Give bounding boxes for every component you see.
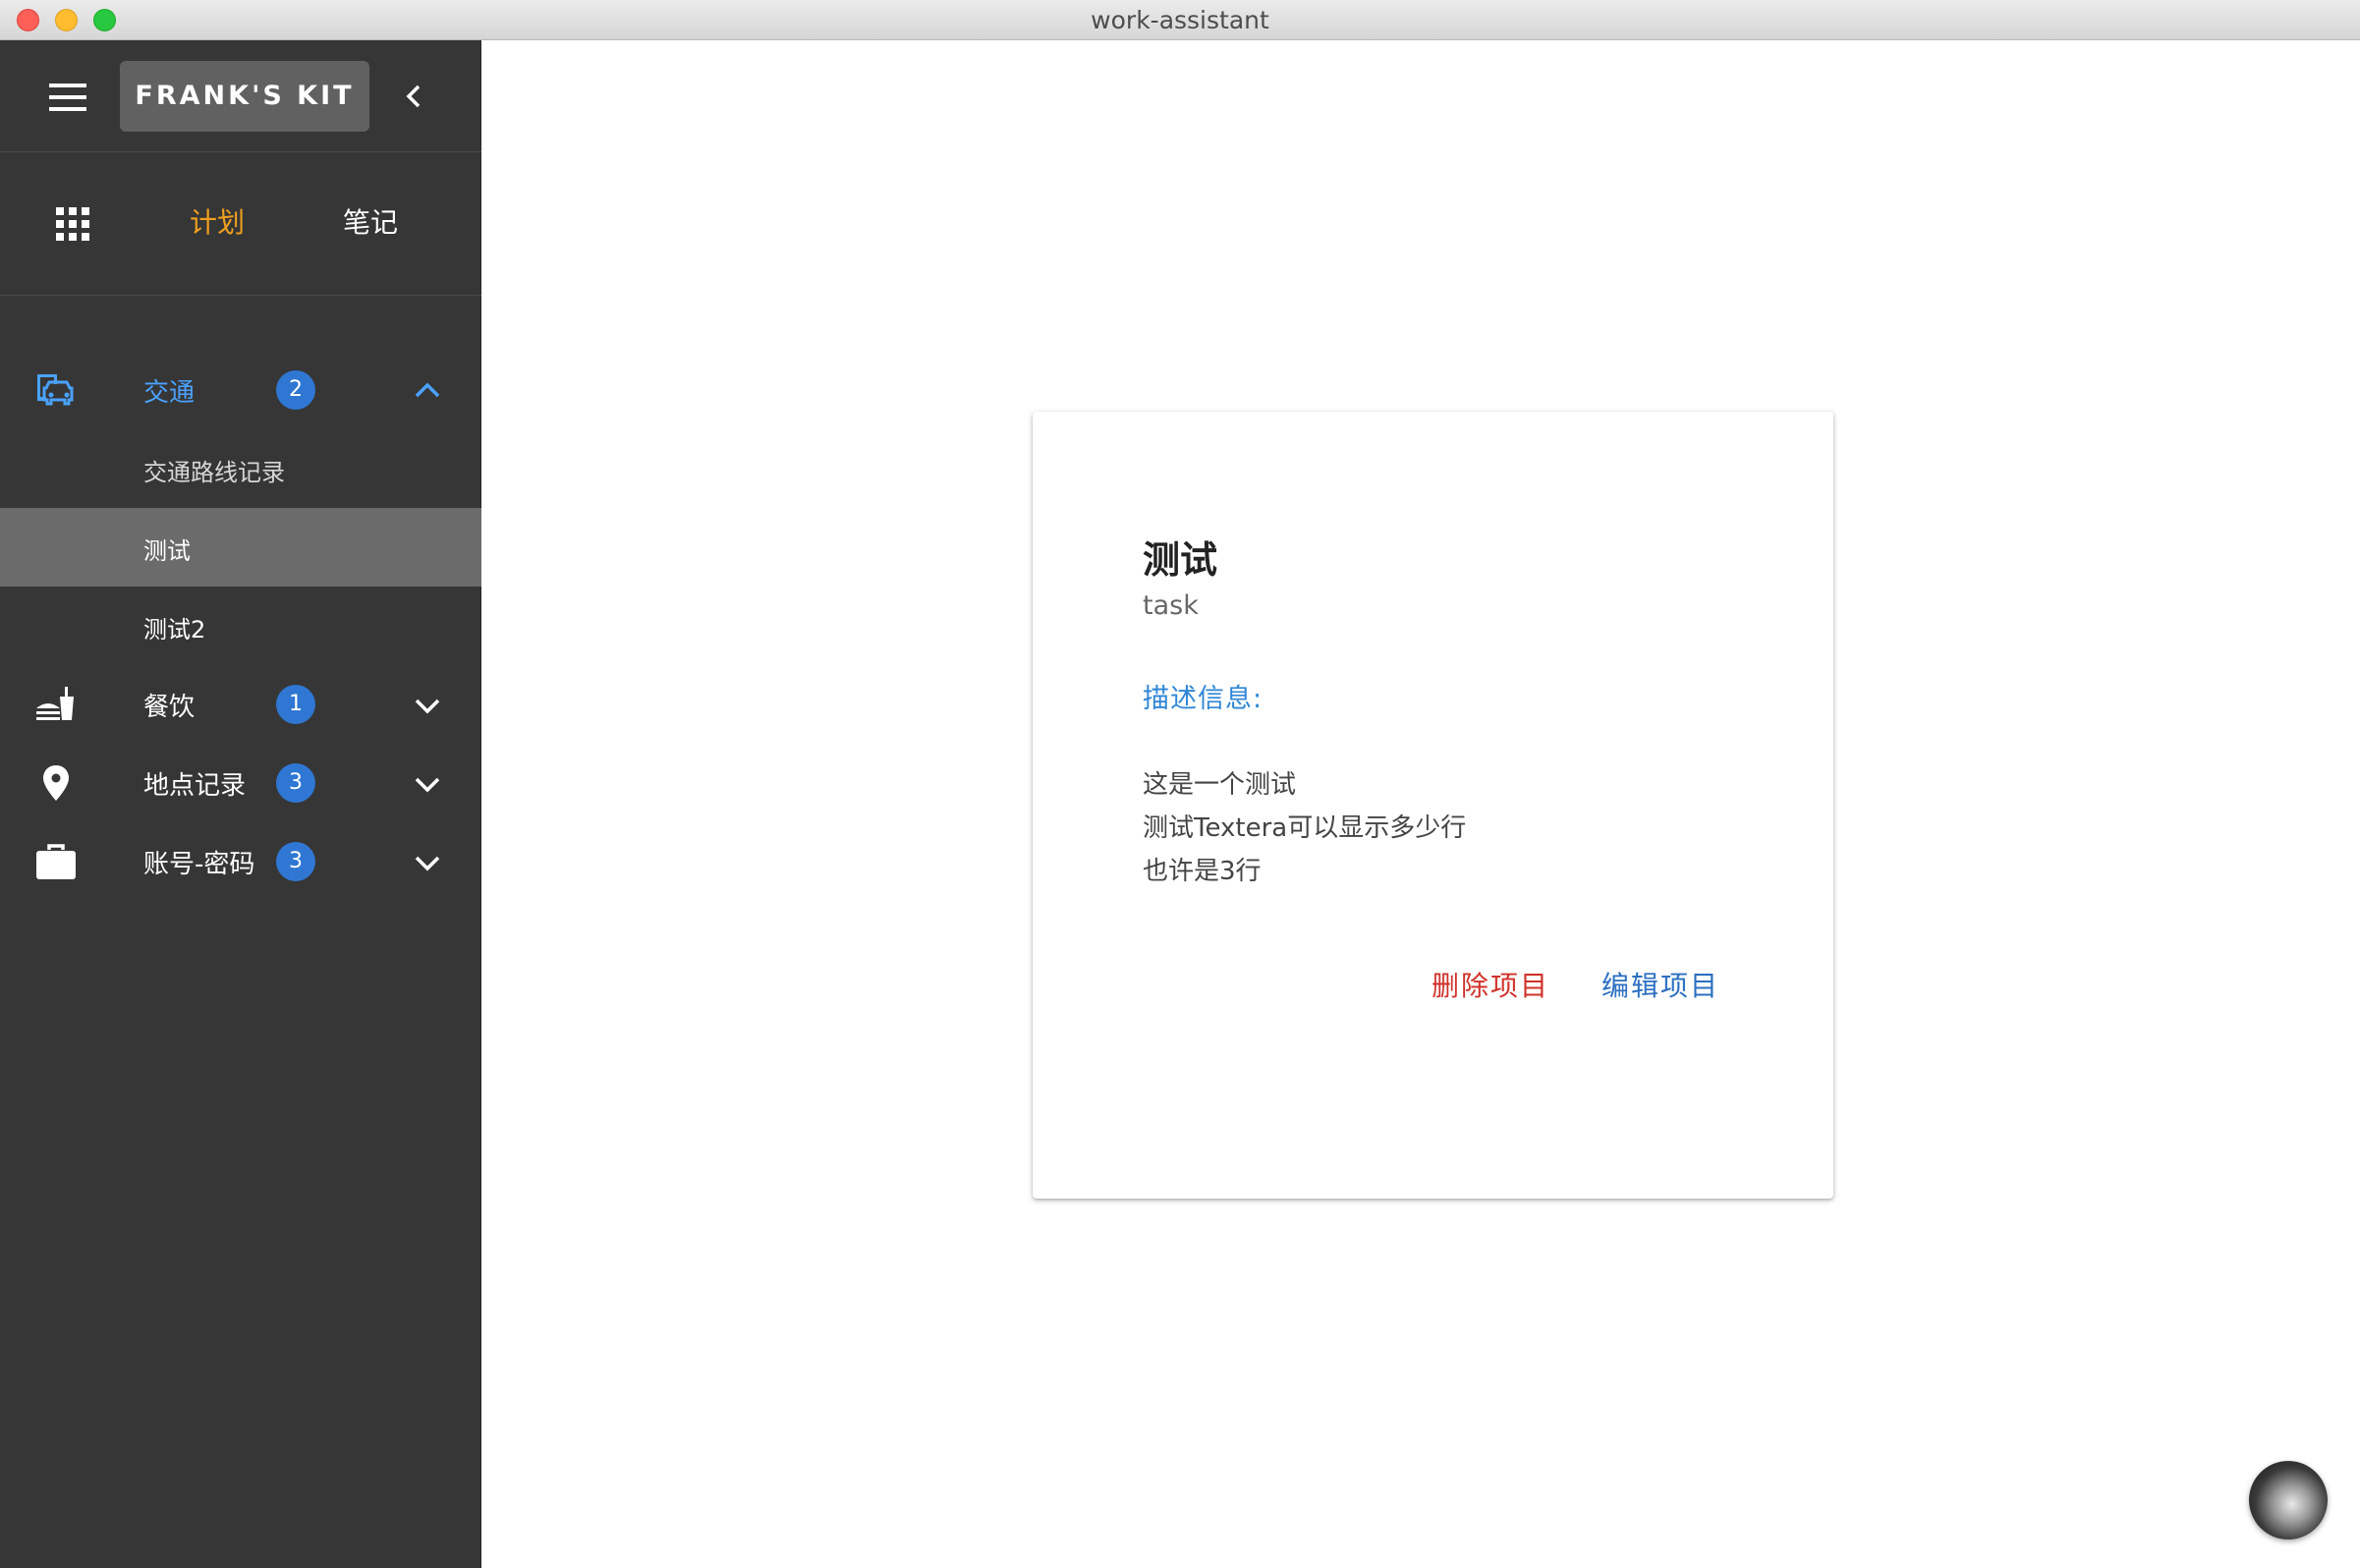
description-line: 也许是3行 bbox=[1143, 857, 1262, 886]
count-badge: 1 bbox=[276, 685, 315, 724]
task-title: 测试 bbox=[1143, 538, 1218, 582]
category-locations[interactable]: 地点记录 3 bbox=[0, 744, 481, 822]
sidebar-subitem-route-record[interactable]: 交通路线记录 bbox=[0, 429, 481, 508]
category-label: 账号-密码 bbox=[143, 850, 255, 879]
category-traffic[interactable]: 交通 2 bbox=[0, 351, 481, 429]
sidebar-header: FRANK'S KIT bbox=[0, 40, 481, 152]
sidebar-subitem-test2[interactable]: 测试2 bbox=[0, 587, 481, 665]
chevron-down-icon[interactable] bbox=[411, 767, 444, 801]
window-title: work-assistant bbox=[1091, 6, 1269, 34]
count-badge: 3 bbox=[276, 763, 315, 803]
chevron-left-icon[interactable] bbox=[399, 81, 430, 112]
task-detail-card: 测试 task 描述信息: 这是一个测试 测试Textera可以显示多少行 也许… bbox=[1033, 412, 1833, 1199]
subitem-label: 测试2 bbox=[143, 616, 206, 644]
category-label: 餐饮 bbox=[143, 693, 196, 722]
chevron-up-icon[interactable] bbox=[411, 374, 444, 408]
description-line: 测试Textera可以显示多少行 bbox=[1143, 813, 1467, 843]
sidebar-tabs: 计划 笔记 bbox=[0, 152, 481, 296]
tab-plan[interactable]: 计划 bbox=[190, 201, 245, 241]
sidebar: FRANK'S KIT 计划 笔记 交通 2 交通路线记录 测试 测试2 餐饮 … bbox=[0, 40, 481, 1568]
subitem-label: 交通路线记录 bbox=[143, 459, 285, 486]
car-icon bbox=[37, 374, 74, 406]
description-line: 这是一个测试 bbox=[1143, 770, 1297, 800]
avatar[interactable] bbox=[2249, 1461, 2328, 1540]
sidebar-subitem-test[interactable]: 测试 bbox=[0, 508, 481, 587]
fastfood-icon bbox=[36, 687, 74, 720]
delete-item-button[interactable]: 删除项目 bbox=[1432, 965, 1549, 1004]
description-text: 这是一个测试 测试Textera可以显示多少行 也许是3行 bbox=[1143, 763, 1466, 893]
category-accounts[interactable]: 账号-密码 3 bbox=[0, 822, 481, 901]
location-pin-icon bbox=[43, 765, 69, 801]
count-badge: 3 bbox=[276, 842, 315, 881]
apps-grid-icon[interactable] bbox=[56, 207, 89, 241]
brand-button[interactable]: FRANK'S KIT bbox=[120, 61, 369, 132]
hamburger-menu-icon[interactable] bbox=[49, 83, 88, 112]
subitem-label: 测试 bbox=[143, 537, 191, 565]
category-label: 地点记录 bbox=[143, 771, 247, 801]
briefcase-icon bbox=[36, 844, 76, 879]
task-type: task bbox=[1143, 590, 1199, 621]
category-dining[interactable]: 餐饮 1 bbox=[0, 665, 481, 744]
tab-notes[interactable]: 笔记 bbox=[343, 201, 398, 241]
edit-item-button[interactable]: 编辑项目 bbox=[1601, 965, 1719, 1004]
window-titlebar: work-assistant bbox=[0, 0, 2360, 40]
chevron-down-icon[interactable] bbox=[411, 689, 444, 722]
chevron-down-icon[interactable] bbox=[411, 846, 444, 879]
description-label: 描述信息: bbox=[1143, 684, 1264, 714]
category-label: 交通 bbox=[143, 378, 196, 408]
count-badge: 2 bbox=[276, 370, 315, 410]
